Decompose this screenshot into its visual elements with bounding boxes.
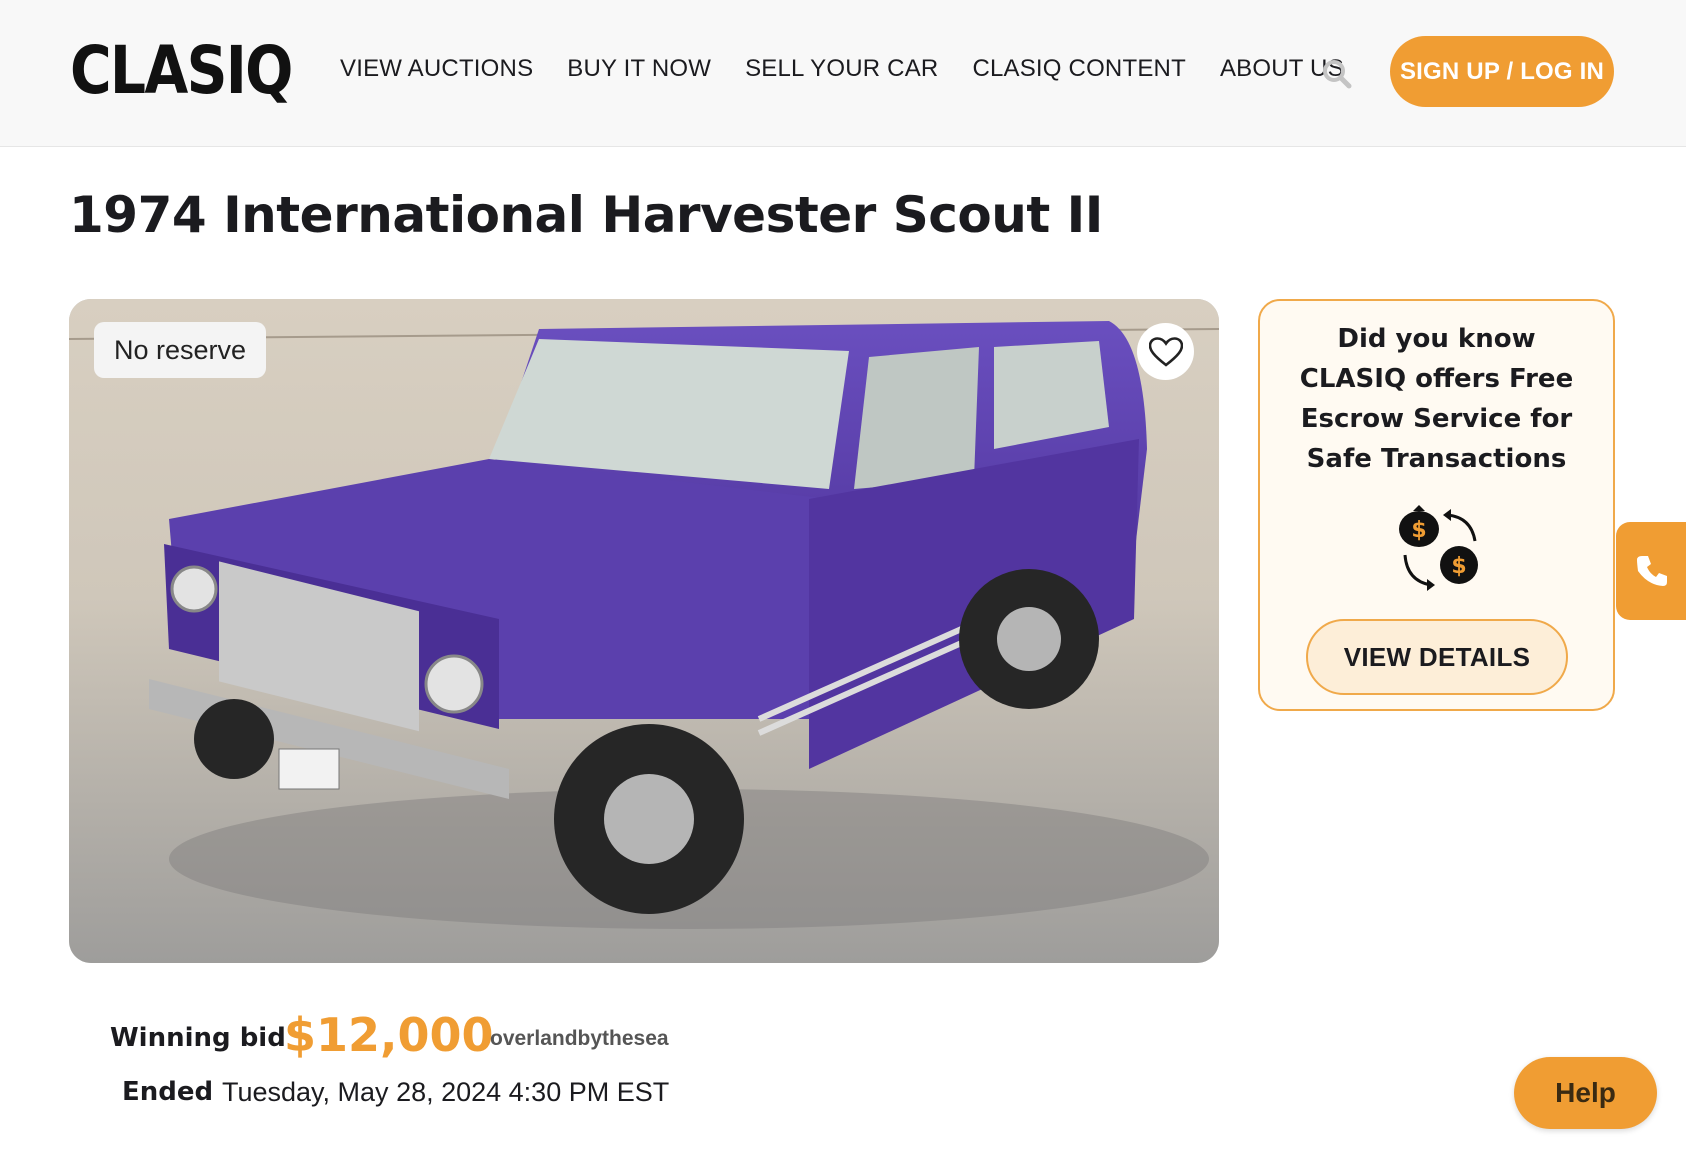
ended-label: Ended bbox=[122, 1077, 214, 1107]
vehicle-photo[interactable] bbox=[69, 299, 1219, 963]
signup-login-button[interactable]: SIGN UP / LOG IN bbox=[1390, 36, 1614, 107]
escrow-info-card: Did you know CLASIQ offers Free Escrow S… bbox=[1258, 299, 1615, 711]
help-button[interactable]: Help bbox=[1514, 1057, 1657, 1129]
clasiq-logo[interactable]: CLASIQ bbox=[70, 36, 293, 106]
ended-datetime: Tuesday, May 28, 2024 4:30 PM EST bbox=[222, 1077, 670, 1107]
heart-icon[interactable] bbox=[1137, 323, 1194, 380]
main-nav: VIEW AUCTIONS BUY IT NOW SELL YOUR CAR C… bbox=[340, 52, 1378, 86]
nav-clasiq-content[interactable]: CLASIQ CONTENT bbox=[972, 52, 1186, 86]
nav-view-auctions[interactable]: VIEW AUCTIONS bbox=[340, 52, 533, 86]
svg-text:$: $ bbox=[1451, 554, 1466, 579]
winning-bidder-username[interactable]: overlandbythesea bbox=[490, 1024, 669, 1054]
escrow-card-text: Did you know CLASIQ offers Free Escrow S… bbox=[1299, 324, 1574, 474]
money-exchange-icon: $ $ bbox=[1395, 501, 1487, 593]
winning-bid-amount: $12,000 bbox=[284, 1008, 494, 1062]
listing-title: 1974 International Harvester Scout II bbox=[69, 186, 1103, 244]
phone-icon[interactable] bbox=[1616, 522, 1686, 620]
nav-buy-it-now[interactable]: BUY IT NOW bbox=[567, 52, 711, 86]
search-icon[interactable] bbox=[1321, 58, 1353, 90]
winning-bid-label: Winning bid bbox=[110, 1023, 286, 1053]
site-header: CLASIQ VIEW AUCTIONS BUY IT NOW SELL YOU… bbox=[0, 0, 1686, 147]
view-details-button[interactable]: VIEW DETAILS bbox=[1306, 619, 1568, 695]
svg-text:$: $ bbox=[1411, 518, 1426, 543]
nav-sell-your-car[interactable]: SELL YOUR CAR bbox=[745, 52, 938, 86]
no-reserve-badge: No reserve bbox=[94, 322, 267, 378]
